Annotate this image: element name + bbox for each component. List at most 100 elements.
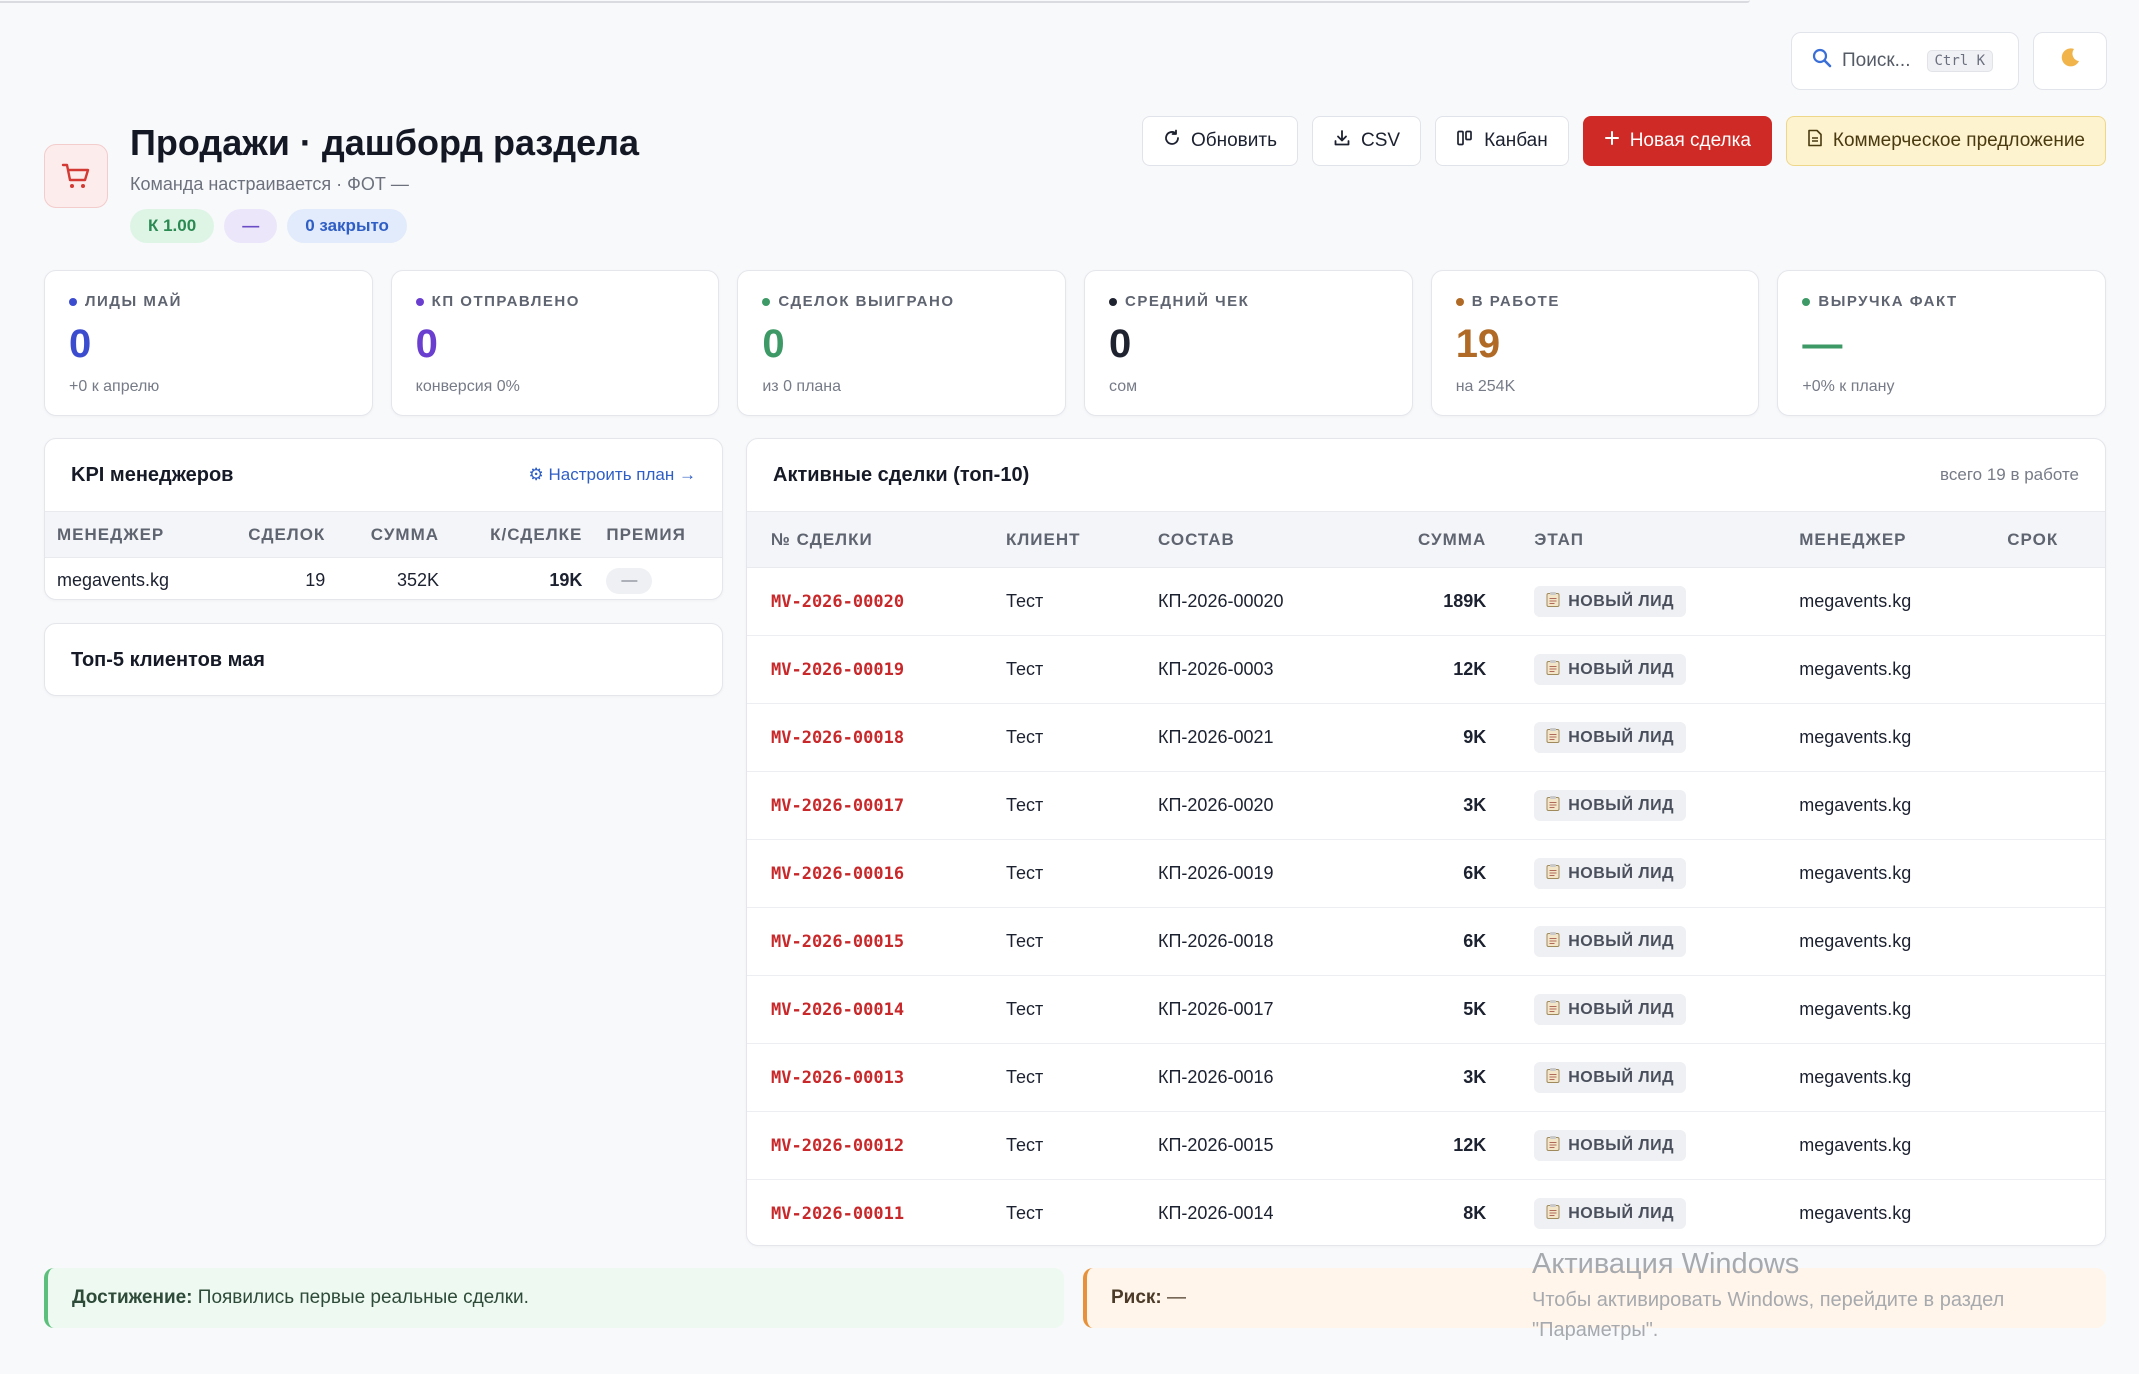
table-row[interactable]: MV-2026-00013 Тест КП-2026-0016 3K НОВЫЙ ЛИД…	[747, 1043, 2105, 1112]
stat-label: ВЫРУЧКА ФАКТ	[1802, 293, 2081, 310]
column-header: № СДЕЛКИ	[747, 511, 982, 568]
page-subtitle: Команда настраивается · ФОТ —	[130, 174, 409, 194]
deal-id-link[interactable]: MV-2026-00018	[771, 728, 904, 748]
stage-badge: НОВЫЙ ЛИД	[1534, 586, 1687, 617]
manager-cell: megavents.kg	[1775, 635, 1984, 704]
windows-activation-watermark: Активация Windows Чтобы активировать Win…	[1532, 1248, 2092, 1345]
deal-id-link[interactable]: MV-2026-00013	[771, 1068, 904, 1088]
deal-id-link[interactable]: MV-2026-00019	[771, 660, 904, 680]
composition-cell: КП-2026-0019	[1134, 839, 1394, 908]
due-cell	[1983, 1043, 2105, 1112]
moon-icon	[2058, 46, 2082, 76]
deal-id-link[interactable]: MV-2026-00014	[771, 1000, 904, 1020]
table-row[interactable]: MV-2026-00017 Тест КП-2026-0020 3K НОВЫЙ ЛИД…	[747, 771, 2105, 840]
sum-cell: 6K	[1394, 839, 1511, 908]
status-badge: —	[224, 209, 278, 243]
deal-id-link[interactable]: MV-2026-00012	[771, 1136, 904, 1156]
kanban-button[interactable]: Канбан	[1435, 116, 1569, 166]
stage-label: НОВЫЙ ЛИД	[1568, 728, 1675, 746]
sum-cell: 189K	[1394, 567, 1511, 636]
search-input[interactable]: Поиск... Ctrl K	[1791, 32, 2019, 90]
table-row[interactable]: MV-2026-00016 Тест КП-2026-0019 6K НОВЫЙ ЛИД…	[747, 839, 2105, 908]
page-header: Продажи · дашборд раздела Команда настра…	[44, 118, 639, 243]
table-row[interactable]: MV-2026-00014 Тест КП-2026-0017 5K НОВЫЙ ЛИД…	[747, 975, 2105, 1044]
deal-id-link[interactable]: MV-2026-00017	[771, 796, 904, 816]
window-top-edge	[0, 0, 1750, 3]
manager-cell: megavents.kg	[1775, 771, 1984, 840]
csv-export-button[interactable]: CSV	[1311, 116, 1422, 166]
bonus-pill: —	[606, 567, 653, 594]
stat-card-average-check: СРЕДНИЙ ЧЕК 0 сом	[1084, 270, 1413, 416]
sum-cell: 3K	[1394, 1043, 1511, 1112]
table-row[interactable]: MV-2026-00011 Тест КП-2026-0014 8K НОВЫЙ ЛИД…	[747, 1180, 2105, 1246]
clipboard-icon	[1546, 591, 1560, 612]
column-header: СУММА	[1394, 511, 1511, 568]
due-cell	[1983, 1180, 2105, 1246]
clipboard-icon	[1546, 659, 1560, 680]
kpi-table: МЕНЕДЖЕР СДЕЛОК СУММА К/СДЕЛКЕ ПРЕМИЯ me…	[45, 511, 722, 600]
manager-cell: megavents.kg	[1775, 907, 1984, 976]
sum-cell: 12K	[1394, 1111, 1511, 1180]
watermark-text: Чтобы активировать Windows, перейдите в …	[1532, 1289, 2005, 1341]
stage-badge: НОВЫЙ ЛИД	[1534, 926, 1687, 957]
search-shortcut: Ctrl K	[1926, 50, 1994, 72]
table-row[interactable]: MV-2026-00018 Тест КП-2026-0021 9K НОВЫЙ ЛИД…	[747, 703, 2105, 772]
stage-label: НОВЫЙ ЛИД	[1568, 1068, 1675, 1086]
clipboard-icon	[1546, 1135, 1560, 1156]
manager-cell: megavents.kg	[57, 570, 170, 591]
kanban-icon	[1456, 129, 1474, 153]
stat-value: —	[1802, 322, 1843, 366]
stat-subtext: из 0 плана	[762, 378, 842, 395]
configure-plan-link[interactable]: ⚙ Настроить план →	[529, 465, 696, 485]
refresh-button[interactable]: Обновить	[1141, 116, 1298, 166]
manager-cell: megavents.kg	[1775, 839, 1984, 908]
table-row[interactable]: MV-2026-00020 Тест КП-2026-00020 189K НОВЫЙ …	[747, 567, 2105, 636]
bonus-cell: —	[594, 558, 722, 600]
column-header: СРОК	[1983, 511, 2105, 568]
plus-icon	[1604, 130, 1620, 152]
stat-value: 0	[1109, 322, 1132, 366]
table-row[interactable]: MV-2026-00012 Тест КП-2026-0015 12K НОВЫЙ ЛИ…	[747, 1111, 2105, 1180]
top-clients-panel: Топ-5 клиентов мая	[44, 623, 723, 696]
stat-card-proposals-sent: КП ОТПРАВЛЕНО 0 конверсия 0%	[390, 270, 720, 416]
due-cell	[1983, 703, 2105, 772]
clipboard-icon	[1546, 1067, 1560, 1088]
download-icon	[1333, 129, 1351, 153]
sum-cell: 3K	[1394, 771, 1511, 840]
stat-label-text: СРЕДНИЙ ЧЕК	[1125, 293, 1250, 310]
table-row[interactable]: megavents.kg 19 352K 19K —	[45, 558, 722, 600]
sum-cell: 352K	[396, 570, 440, 591]
stat-subtext: на 254K	[1455, 378, 1516, 395]
coefficient-badge: К 1.00	[130, 209, 215, 243]
deal-id-link[interactable]: MV-2026-00011	[771, 1204, 904, 1224]
composition-cell: КП-2026-00020	[1134, 567, 1394, 636]
stage-label: НОВЫЙ ЛИД	[1568, 1204, 1675, 1222]
stat-card-leads-may: ЛИДЫ МАЙ 0 +0 к апрелю	[44, 270, 373, 416]
deal-id-link[interactable]: MV-2026-00015	[771, 932, 904, 952]
theme-toggle-button[interactable]	[2033, 32, 2107, 90]
proposal-button[interactable]: Коммерческое предложение	[1785, 116, 2106, 166]
status-dot-icon	[1802, 297, 1811, 306]
column-header: СУММА	[337, 511, 452, 558]
deal-id-link[interactable]: MV-2026-00016	[771, 864, 904, 884]
stage-badge: НОВЫЙ ЛИД	[1534, 654, 1687, 685]
sum-cell: 9K	[1394, 703, 1511, 772]
new-deal-button[interactable]: Новая сделка	[1582, 116, 1772, 166]
column-header: МЕНЕДЖЕР	[45, 511, 213, 558]
due-cell	[1983, 1111, 2105, 1180]
stat-label: В РАБОТЕ	[1455, 293, 1735, 310]
table-row[interactable]: MV-2026-00015 Тест КП-2026-0018 6K НОВЫЙ ЛИД…	[747, 907, 2105, 976]
deal-id-link[interactable]: MV-2026-00020	[771, 592, 904, 612]
page-title: Продажи · дашборд раздела	[130, 122, 640, 163]
stage-badge: НОВЫЙ ЛИД	[1534, 1062, 1687, 1093]
due-cell	[1983, 907, 2105, 976]
cart-icon	[44, 144, 108, 208]
stat-card-in-progress: В РАБОТЕ 19 на 254K	[1430, 270, 1760, 416]
stat-value: 0	[415, 322, 438, 366]
stat-card-revenue-fact: ВЫРУЧКА ФАКТ — +0% к плану	[1777, 270, 2107, 416]
stage-label: НОВЫЙ ЛИД	[1568, 592, 1675, 610]
achievement-label: Достижение:	[72, 1287, 193, 1308]
client-cell: Тест	[982, 907, 1134, 976]
stat-label-text: В РАБОТЕ	[1471, 293, 1560, 310]
table-row[interactable]: MV-2026-00019 Тест КП-2026-0003 12K НОВЫЙ ЛИ…	[747, 635, 2105, 704]
